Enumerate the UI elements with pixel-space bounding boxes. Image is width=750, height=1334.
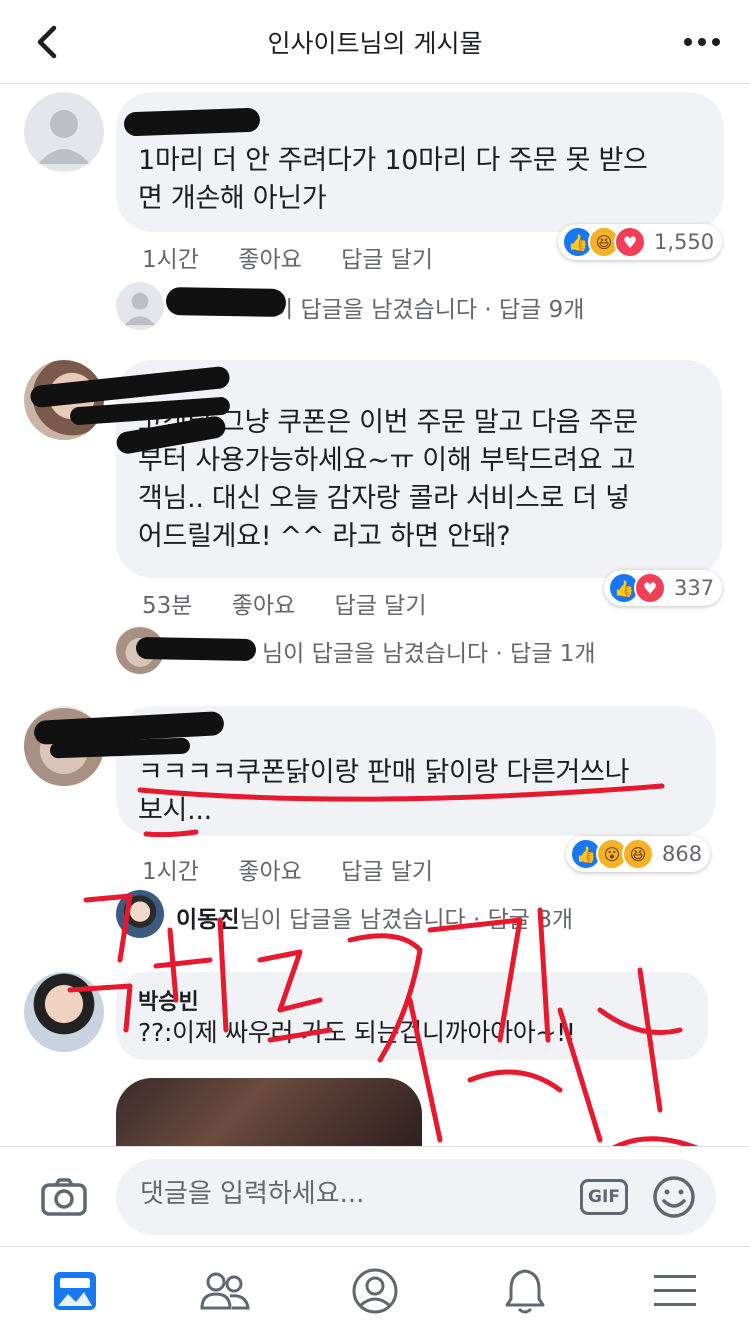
- gif-button[interactable]: GIF: [580, 1179, 628, 1215]
- comment-text: 보시...: [138, 795, 212, 826]
- camera-icon[interactable]: [40, 1177, 88, 1217]
- comment-time: 1시간: [142, 859, 199, 885]
- redaction-scribble: [123, 107, 261, 137]
- comment-text: ??:이제 싸우러 가도 되는겁니까아아아~!!: [138, 1018, 576, 1047]
- top-bar: 인사이트님의 게시물: [0, 0, 750, 84]
- like-link[interactable]: 좋아요: [232, 593, 295, 619]
- tab-news-feed[interactable]: [45, 1261, 105, 1321]
- default-user-icon: [124, 292, 156, 326]
- comment-input[interactable]: [140, 1179, 570, 1209]
- avatar[interactable]: [24, 92, 104, 172]
- notifications-icon: [505, 1269, 545, 1313]
- reaction-count: 868: [662, 842, 703, 866]
- view-replies-link[interactable]: 이동진님이 답글을 남겼습니다 · 답글 8개: [176, 900, 573, 934]
- profile-icon: [352, 1268, 398, 1313]
- tab-notifications[interactable]: [495, 1261, 555, 1321]
- comment-text: 객님.. 대신 오늘 감자랑 콜라 서비스로 더 넣: [138, 483, 630, 514]
- tab-menu[interactable]: [645, 1261, 705, 1321]
- comment-meta: 1시간 좋아요 답글 달기: [142, 240, 465, 274]
- reaction-summary[interactable]: 👍 😆 ♥ 1,550: [558, 224, 723, 260]
- reaction-count: 1,550: [654, 230, 715, 254]
- reply-link[interactable]: 답글 달기: [335, 593, 427, 619]
- bottom-tab-bar: [0, 1246, 750, 1334]
- comment-text: 어드릴게요! ^^ 라고 하면 안돼?: [138, 521, 511, 552]
- more-options-icon[interactable]: [680, 22, 724, 62]
- comment-text: 부터 사용가능하세요~ㅠ 이해 부탁드려요 고: [138, 445, 636, 476]
- comment-author[interactable]: 박승빈: [138, 984, 686, 1016]
- comment-time: 53분: [142, 593, 193, 619]
- reply-link[interactable]: 답글 달기: [341, 247, 433, 273]
- reaction-summary[interactable]: 👍 😮 😆 868: [566, 836, 711, 872]
- comment-meta: 53분 좋아요 답글 달기: [142, 586, 459, 620]
- page-title: 인사이트님의 게시물: [267, 29, 483, 58]
- love-icon: ♥: [614, 226, 646, 258]
- comment-text: 면 개손해 아닌가: [138, 183, 327, 214]
- comment-time: 1시간: [142, 247, 199, 273]
- redaction-scribble: [135, 636, 257, 662]
- comment-composer: GIF: [0, 1146, 750, 1246]
- news-feed-icon: [54, 1271, 96, 1310]
- like-link[interactable]: 좋아요: [238, 247, 301, 273]
- love-icon: ♥: [634, 572, 666, 604]
- reply-link[interactable]: 답글 달기: [341, 859, 433, 885]
- comment-input-wrapper: GIF: [116, 1159, 716, 1235]
- reaction-summary[interactable]: 👍 ♥ 337: [604, 570, 723, 606]
- redaction-scribble: [165, 286, 287, 318]
- comment-bubble: 박승빈 ??:이제 싸우러 가도 되는겁니까아아아~!!: [116, 972, 708, 1060]
- reply-avatar: [116, 890, 164, 938]
- menu-icon: [654, 1274, 696, 1306]
- default-user-icon: [38, 110, 90, 164]
- reaction-count: 337: [674, 576, 715, 600]
- tab-friends[interactable]: [195, 1261, 255, 1321]
- sticker-icon[interactable]: [652, 1175, 696, 1219]
- comment-meta: 1시간 좋아요 답글 달기: [142, 852, 465, 886]
- tab-profile[interactable]: [345, 1261, 405, 1321]
- comment-bubble: 고객님 그냥 쿠폰은 이번 주문 말고 다음 주문 부터 사용가능하세요~ㅠ 이…: [116, 360, 722, 578]
- comment-text: 1마리 더 안 주려다가 10마리 다 주문 못 받으: [138, 145, 648, 176]
- reply-avatar: [116, 282, 164, 330]
- like-link[interactable]: 좋아요: [238, 859, 301, 885]
- avatar[interactable]: [24, 972, 104, 1052]
- friends-icon: [200, 1272, 250, 1309]
- haha-icon: 😆: [622, 838, 654, 870]
- comment-text: ㅋㅋㅋㅋ쿠폰닭이랑 판매 닭이랑 다른거쓰나: [138, 757, 630, 788]
